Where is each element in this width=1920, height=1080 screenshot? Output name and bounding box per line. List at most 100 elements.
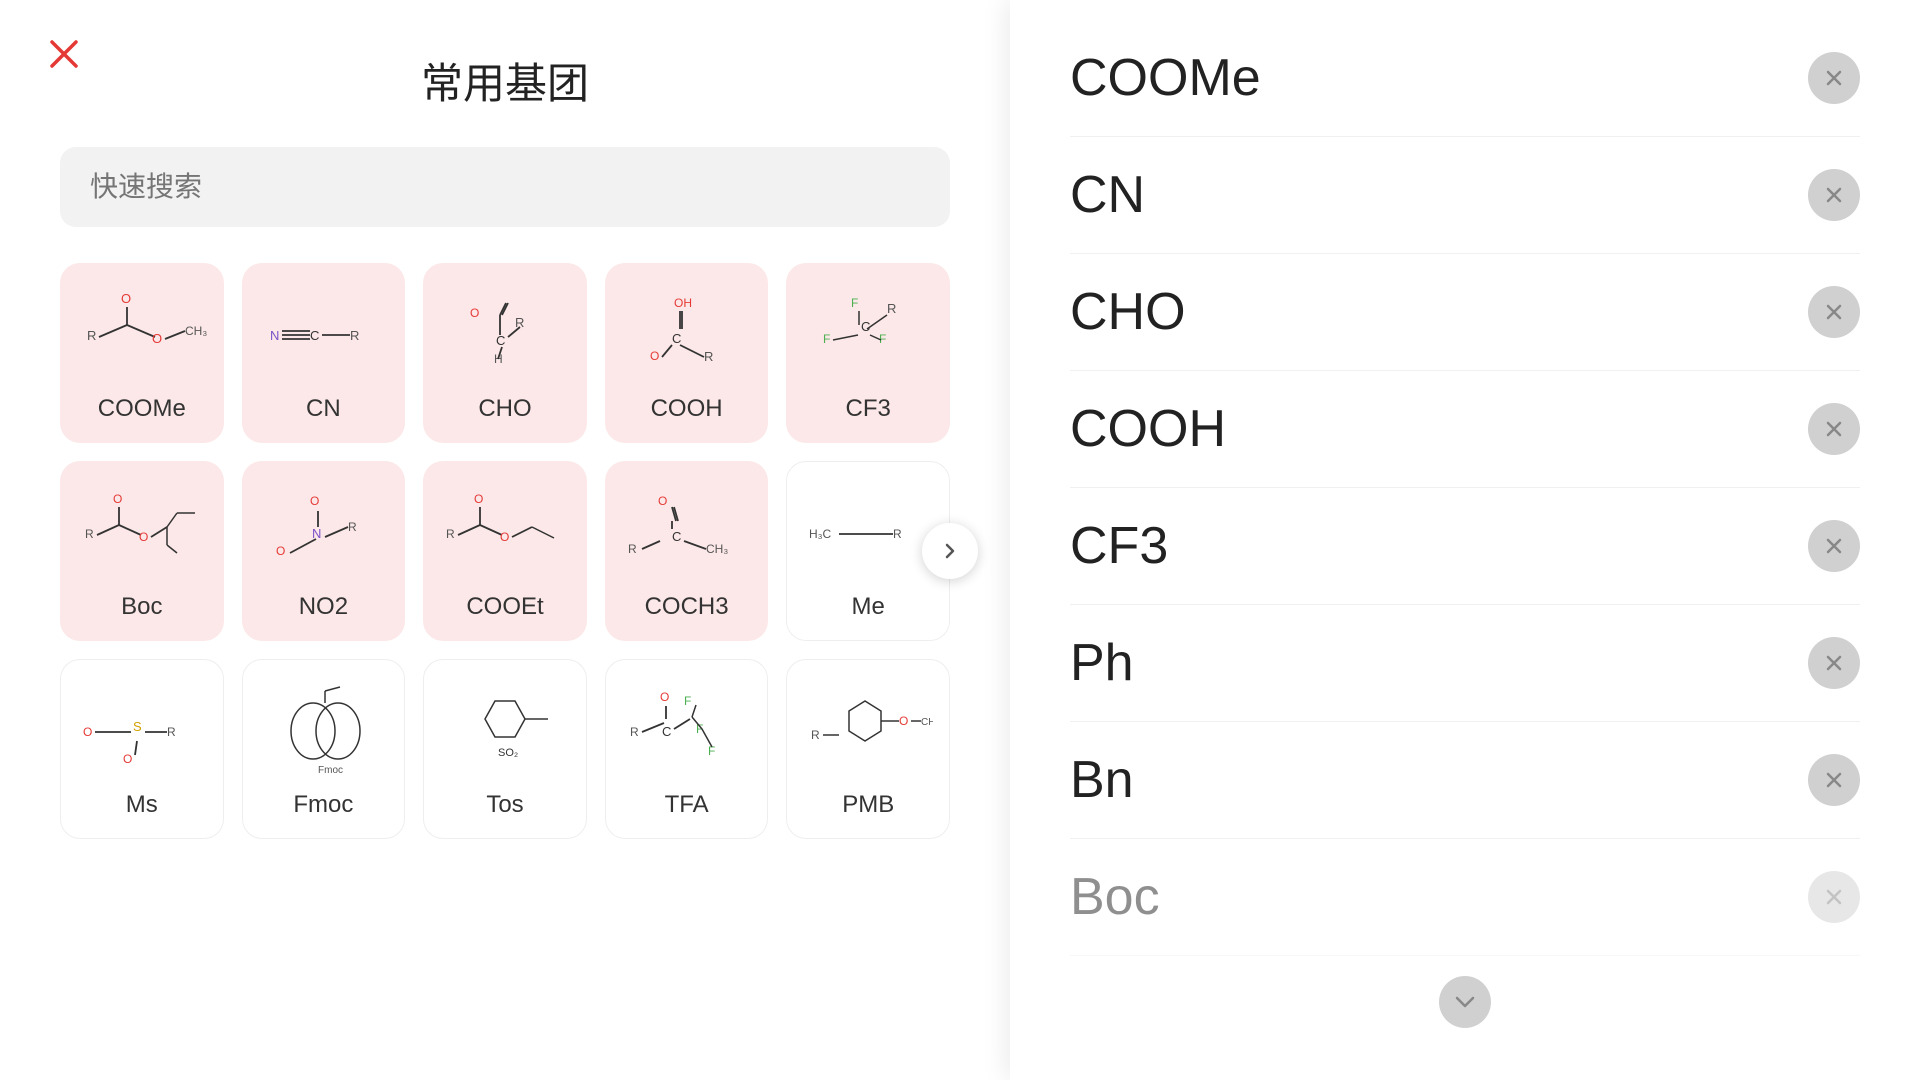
grid-item-cho[interactable]: O C H R CHO xyxy=(423,263,587,443)
svg-text:O: O xyxy=(276,544,285,558)
close-button[interactable] xyxy=(40,30,88,78)
grid-item-pmb[interactable]: R O CH₃ PMB xyxy=(786,659,950,839)
right-item-cn: CN xyxy=(1070,137,1860,254)
right-item-cho: CHO xyxy=(1070,254,1860,371)
svg-text:O: O xyxy=(83,725,92,739)
svg-text:O: O xyxy=(899,714,908,728)
svg-text:O: O xyxy=(113,492,122,506)
cooh-structure: OH C R O xyxy=(622,285,752,385)
svg-text:SO₂: SO₂ xyxy=(498,747,518,759)
right-item-cooh-remove[interactable] xyxy=(1808,403,1860,455)
remove-bn-icon xyxy=(1822,768,1846,792)
remove-boc-icon xyxy=(1822,885,1846,909)
right-item-cn-label: CN xyxy=(1070,165,1145,225)
right-item-ph-label: Ph xyxy=(1070,633,1134,693)
svg-text:F: F xyxy=(823,332,830,346)
right-item-cf3-remove[interactable] xyxy=(1808,520,1860,572)
remove-cn-icon xyxy=(1822,183,1846,207)
right-item-cooh-label: COOH xyxy=(1070,399,1226,459)
grid-item-cooh[interactable]: OH C R O COOH xyxy=(605,263,769,443)
right-item-bn: Bn xyxy=(1070,722,1860,839)
coch3-structure: O C R CH₃ xyxy=(622,483,752,583)
search-input[interactable] xyxy=(60,147,950,227)
svg-text:R: R xyxy=(348,520,357,534)
svg-text:CH₃: CH₃ xyxy=(706,542,728,556)
grid-item-coome[interactable]: R O O CH₃ COOMe xyxy=(60,263,224,443)
grid-item-coch3[interactable]: O C R CH₃ COCH3 xyxy=(605,461,769,641)
grid-item-fmoc[interactable]: Fmoc Fmoc xyxy=(242,659,406,839)
remove-cooh-icon xyxy=(1822,417,1846,441)
svg-text:O: O xyxy=(474,492,483,506)
svg-text:CH₃: CH₃ xyxy=(185,324,207,338)
grid-item-no2[interactable]: O O N R NO2 xyxy=(242,461,406,641)
svg-text:R: R xyxy=(811,728,820,742)
grid-item-boc-label: Boc xyxy=(121,593,162,621)
chevron-down-icon xyxy=(1451,988,1479,1016)
right-item-cf3-label: CF3 xyxy=(1070,516,1168,576)
svg-text:OH: OH xyxy=(674,296,692,310)
right-item-boc-label: Boc xyxy=(1070,867,1160,927)
svg-text:H₃C: H₃C xyxy=(809,527,832,541)
grid-item-no2-label: NO2 xyxy=(299,593,348,621)
next-button[interactable] xyxy=(922,523,978,579)
me-structure: H₃C R xyxy=(803,483,933,583)
grid-item-ms-label: Ms xyxy=(126,791,158,819)
remove-cf3-icon xyxy=(1822,534,1846,558)
svg-text:F: F xyxy=(851,296,858,310)
svg-text:CH₃: CH₃ xyxy=(921,717,933,728)
right-item-boc-remove[interactable] xyxy=(1808,871,1860,923)
remove-ph-icon xyxy=(1822,651,1846,675)
svg-text:O: O xyxy=(123,752,132,766)
svg-text:C: C xyxy=(672,331,681,346)
tos-structure: SO₂ xyxy=(440,681,570,781)
ms-structure: O O S R xyxy=(77,681,207,781)
page-title: 常用基团 xyxy=(60,50,950,111)
svg-text:O: O xyxy=(660,690,669,704)
svg-text:R: R xyxy=(628,542,637,556)
main-panel: 常用基团 R O O CH₃ COOMe xyxy=(0,0,1010,1080)
grid-item-cooh-label: COOH xyxy=(651,395,723,423)
right-item-cn-remove[interactable] xyxy=(1808,169,1860,221)
right-item-boc: Boc xyxy=(1070,839,1860,956)
grid-item-cooet-label: COOEt xyxy=(466,593,543,621)
close-icon xyxy=(46,36,82,72)
svg-text:C: C xyxy=(662,724,671,739)
grid-item-tos[interactable]: SO₂ Tos xyxy=(423,659,587,839)
cho-structure: O C H R xyxy=(440,285,570,385)
grid-item-cooet[interactable]: R O O COOEt xyxy=(423,461,587,641)
grid-item-cn[interactable]: N C R CN xyxy=(242,263,406,443)
group-grid: R O O CH₃ COOMe N C xyxy=(60,263,950,839)
svg-text:O: O xyxy=(650,349,659,363)
grid-item-coch3-label: COCH3 xyxy=(645,593,729,621)
chevron-right-icon xyxy=(938,539,962,563)
grid-item-boc[interactable]: R O O Boc xyxy=(60,461,224,641)
svg-text:C: C xyxy=(861,319,870,334)
grid-item-pmb-label: PMB xyxy=(842,791,894,819)
remove-cho-icon xyxy=(1822,300,1846,324)
grid-item-cho-label: CHO xyxy=(478,395,531,423)
grid-item-cf3[interactable]: F F F C R CF3 xyxy=(786,263,950,443)
grid-item-ms[interactable]: O O S R Ms xyxy=(60,659,224,839)
svg-text:R: R xyxy=(167,725,176,739)
right-item-coome-remove[interactable] xyxy=(1808,52,1860,104)
svg-text:S: S xyxy=(133,719,142,734)
right-item-ph: Ph xyxy=(1070,605,1860,722)
svg-text:N: N xyxy=(270,328,279,343)
svg-text:R: R xyxy=(630,725,639,739)
svg-text:F: F xyxy=(684,694,691,708)
cn-structure: N C R xyxy=(258,285,388,385)
svg-text:R: R xyxy=(887,301,896,316)
svg-text:O: O xyxy=(152,331,162,346)
svg-text:R: R xyxy=(446,527,455,541)
svg-text:C: C xyxy=(496,333,505,348)
grid-item-tfa[interactable]: R O C F F F TFA xyxy=(605,659,769,839)
fmoc-structure: Fmoc xyxy=(258,681,388,781)
right-item-ph-remove[interactable] xyxy=(1808,637,1860,689)
right-item-cho-label: CHO xyxy=(1070,282,1186,342)
right-item-bn-remove[interactable] xyxy=(1808,754,1860,806)
grid-item-fmoc-label: Fmoc xyxy=(293,791,353,819)
right-item-cho-remove[interactable] xyxy=(1808,286,1860,338)
scroll-down-button[interactable] xyxy=(1439,976,1491,1028)
cf3-structure: F F F C R xyxy=(803,285,933,385)
right-panel: COOMe CN CHO COOH xyxy=(1010,0,1920,1080)
